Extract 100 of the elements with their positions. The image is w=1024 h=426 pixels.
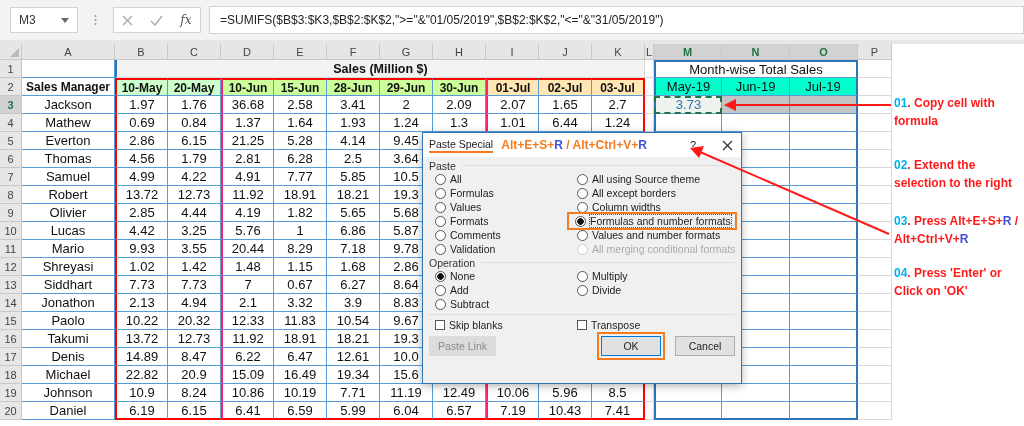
date-header: 02-Jul [539, 78, 592, 96]
radio-option[interactable]: All using Source theme [571, 172, 704, 186]
value-cell: 22.82 [115, 366, 168, 384]
value-cell: 7.18 [327, 240, 380, 258]
dialog-button[interactable]: Cancel [675, 336, 735, 356]
row-header[interactable]: 11 [0, 240, 22, 258]
date-header: 28-Jun [327, 78, 380, 96]
column-header[interactable]: C [168, 44, 221, 60]
function-button[interactable]: fx [180, 13, 192, 27]
row-header[interactable]: 9 [0, 204, 22, 222]
date-header: 30-Jun [433, 78, 486, 96]
column-header[interactable]: K [592, 44, 645, 60]
column-header[interactable]: P [858, 44, 892, 60]
value-cell: 7.19 [486, 402, 539, 420]
column-header[interactable]: A [22, 44, 115, 60]
value-cell: 1.37 [221, 114, 274, 132]
column-header[interactable]: E [274, 44, 327, 60]
step-note: 03. Press Alt+E+S+R / Alt+Ctrl+V+R [894, 213, 1019, 248]
row-header[interactable]: 8 [0, 186, 22, 204]
value-cell: 18.91 [274, 186, 327, 204]
value-cell: 1.48 [221, 258, 274, 276]
value-cell: 12.61 [327, 348, 380, 366]
value-cell: 3.32 [274, 294, 327, 312]
column-header[interactable]: B [115, 44, 168, 60]
row-header[interactable]: 15 [0, 312, 22, 330]
row-header[interactable]: 7 [0, 168, 22, 186]
row-header[interactable]: 3 [0, 96, 22, 114]
step-note: 02. Extend the selection to the right [894, 157, 1013, 192]
value-cell: 1.79 [168, 150, 221, 168]
value-cell: 6.57 [433, 402, 486, 420]
manager-cell: Daniel [22, 402, 115, 420]
manager-cell: Johnson [22, 384, 115, 402]
value-cell: 7 [221, 276, 274, 294]
column-header[interactable]: I [486, 44, 539, 60]
manager-cell: Michael [22, 366, 115, 384]
row-header[interactable]: 6 [0, 150, 22, 168]
value-cell: 1.02 [115, 258, 168, 276]
column-header[interactable]: N [722, 44, 790, 60]
date-header: 03-Jul [592, 78, 645, 96]
row-header[interactable]: 17 [0, 348, 22, 366]
value-cell: 7.73 [115, 276, 168, 294]
row-header[interactable]: 20 [0, 402, 22, 420]
value-cell: 1.76 [168, 96, 221, 114]
value-cell: 1.15 [274, 258, 327, 276]
radio-option[interactable]: Divide [571, 283, 626, 297]
radio-option[interactable]: Column widths [571, 200, 665, 214]
value-cell: 5.28 [274, 132, 327, 150]
row-header[interactable]: 19 [0, 384, 22, 402]
value-cell: 6.04 [380, 402, 433, 420]
row-header[interactable]: 2 [0, 78, 22, 96]
row-header[interactable]: 4 [0, 114, 22, 132]
value-cell: 16.49 [274, 366, 327, 384]
step-note: 04. Press 'Enter' or Click on 'OK' [894, 265, 1003, 300]
manager-cell: Paolo [22, 312, 115, 330]
value-cell: 1.68 [327, 258, 380, 276]
value-cell: 6.28 [274, 150, 327, 168]
date-header: 10-Jun [221, 78, 274, 96]
name-box[interactable]: M3 [10, 7, 78, 33]
column-header[interactable]: D [221, 44, 274, 60]
value-cell: 2.86 [115, 132, 168, 150]
radio-option[interactable]: Formulas and number formats [569, 214, 735, 228]
value-cell: 7.73 [168, 276, 221, 294]
value-cell: 6.27 [327, 276, 380, 294]
column-header[interactable]: F [327, 44, 380, 60]
radio-option[interactable]: All except borders [571, 186, 681, 200]
column-header[interactable]: H [433, 44, 486, 60]
row-header[interactable]: 5 [0, 132, 22, 150]
row-header[interactable]: 12 [0, 258, 22, 276]
radio-option[interactable]: Multiply [571, 269, 632, 283]
row-header[interactable]: 1 [0, 60, 22, 78]
value-cell: 2.58 [274, 96, 327, 114]
column-header[interactable]: J [539, 44, 592, 60]
column-header[interactable]: O [790, 44, 858, 60]
radio-option[interactable]: Values and number formats [571, 228, 725, 242]
row-header[interactable]: 10 [0, 222, 22, 240]
step-note: 01. Copy cell with formula [894, 95, 996, 130]
value-cell: 18.21 [327, 330, 380, 348]
value-cell: 1.97 [115, 96, 168, 114]
row-header[interactable]: 14 [0, 294, 22, 312]
formula-field[interactable]: =SUMIFS($B$3:$K3,$B$2:$K$2,">="&"01/05/2019",$B$2:$K$2,"<="&"31/05/2019") [209, 6, 1024, 34]
row-header[interactable]: 16 [0, 330, 22, 348]
value-cell: 8.47 [168, 348, 221, 366]
value-cell: 7.41 [592, 402, 645, 420]
value-cell: 1 [274, 222, 327, 240]
manager-cell: Everton [22, 132, 115, 150]
value-cell: 9.93 [115, 240, 168, 258]
checkbox-option[interactable]: Transpose [571, 318, 645, 332]
row-header[interactable]: 18 [0, 366, 22, 384]
value-cell: 1.64 [274, 114, 327, 132]
value-cell: 21.25 [221, 132, 274, 150]
column-header[interactable]: G [380, 44, 433, 60]
value-cell: 6.22 [221, 348, 274, 366]
date-header: 15-Jun [274, 78, 327, 96]
row-header[interactable]: 13 [0, 276, 22, 294]
value-cell: 0.67 [274, 276, 327, 294]
date-header: 20-May [168, 78, 221, 96]
value-cell: 13.72 [115, 330, 168, 348]
value-cell: 2.81 [221, 150, 274, 168]
value-cell: 6.59 [274, 402, 327, 420]
column-header[interactable]: M [654, 44, 722, 60]
